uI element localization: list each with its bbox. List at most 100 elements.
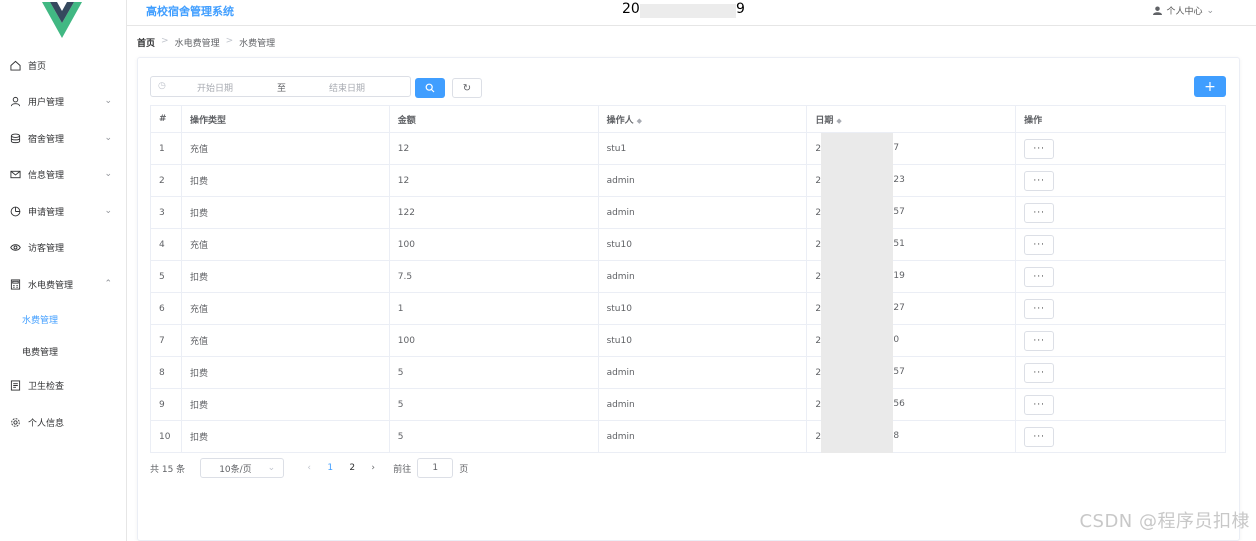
breadcrumb-item[interactable]: 水电费管理 [175, 36, 220, 49]
date-tail: 8 [893, 431, 900, 441]
breadcrumb-home[interactable]: 首页 [137, 36, 155, 49]
cell-operator: admin [597, 164, 808, 197]
date-range-picker[interactable]: ◷ 开始日期 至 结束日期 [150, 76, 411, 97]
cell-actions: ··· [1015, 420, 1226, 453]
cell-date: 2 51 [806, 228, 1017, 261]
chevron-down-icon: ⌄ [1206, 5, 1214, 16]
cell-index: 2 [150, 164, 182, 197]
cell-index: 5 [150, 260, 182, 293]
redaction-block [821, 389, 894, 421]
date-tail: 19 [893, 271, 905, 281]
sidebar-item-bottom-1[interactable]: 卫生检查 [0, 367, 126, 403]
user-icon [9, 95, 21, 107]
start-date-input[interactable]: 开始日期 [197, 81, 233, 94]
cell-index: 10 [150, 420, 182, 453]
date-head: 2 [815, 367, 822, 378]
sort-icon[interactable]: ◆ [637, 117, 642, 125]
pagination: 共 15 条 10条/页 ⌄ ‹ 1 2 › 前往 1 页 [150, 458, 468, 478]
cell-amount: 12 [388, 132, 599, 165]
range-separator: 至 [277, 84, 287, 94]
plus-icon: + [1204, 78, 1216, 95]
cell-type: 充值 [180, 228, 390, 261]
redaction-block [821, 325, 894, 357]
page-size-select[interactable]: 10条/页 ⌄ [200, 458, 285, 478]
chevron-down-icon: ⌄ [267, 463, 276, 473]
cell-amount: 5 [388, 388, 599, 421]
redaction-block [821, 197, 894, 229]
sidebar-item-5[interactable]: 申请管理 ⌄ [0, 193, 126, 229]
cell-actions: ··· [1015, 164, 1226, 197]
more-actions-button[interactable]: ··· [1024, 202, 1055, 223]
sidebar-subitem-2[interactable]: 电费管理 [22, 345, 58, 358]
table-row: 4 充值 100 stu10 2 51 ··· [150, 228, 1226, 261]
col-operator[interactable]: 操作人 ◆ [597, 105, 808, 133]
more-actions-button[interactable]: ··· [1024, 266, 1055, 287]
page-size-value: 10条/页 [219, 464, 252, 475]
more-actions-button[interactable]: ··· [1024, 170, 1055, 191]
cell-actions: ··· [1015, 292, 1226, 325]
cell-type: 充值 [180, 132, 390, 165]
more-actions-button[interactable]: ··· [1024, 394, 1055, 415]
page-1[interactable]: 1 [319, 463, 341, 473]
redaction-block [821, 421, 894, 453]
home-icon [9, 59, 21, 71]
sidebar-item-6[interactable]: 访客管理 [0, 229, 126, 265]
pagination-total: 共 15 条 [150, 464, 186, 475]
redaction-block [821, 165, 894, 197]
cell-operator: stu1 [597, 132, 808, 165]
next-page-button[interactable]: › [363, 463, 383, 473]
more-actions-button[interactable]: ··· [1024, 138, 1055, 159]
cell-date: 27 [806, 132, 1017, 165]
goto-page-input[interactable]: 1 [417, 458, 454, 478]
cell-amount: 5 [388, 356, 599, 389]
col-operator-label: 操作人 [606, 115, 634, 126]
sort-icon[interactable]: ◆ [836, 117, 841, 125]
cell-date: 28 [806, 420, 1017, 453]
sidebar-item-bottom-2[interactable]: 个人信息 [0, 404, 126, 440]
search-button[interactable] [415, 78, 445, 98]
more-actions-button[interactable]: ··· [1024, 426, 1055, 447]
user-menu[interactable]: 个人中心 ⌄ [1153, 4, 1214, 17]
sidebar-item-1[interactable]: 首页 [0, 47, 126, 83]
col-date[interactable]: 日期 ◆ [806, 105, 1017, 133]
sidebar-subitem-1[interactable]: 水费管理 [22, 313, 58, 326]
sidebar-item-2[interactable]: 用户管理 ⌄ [0, 83, 126, 119]
cell-type: 扣费 [180, 164, 390, 197]
cell-date: 2 56 [806, 388, 1017, 421]
more-actions-button[interactable]: ··· [1024, 234, 1055, 255]
col-type: 操作类型 [180, 105, 390, 133]
end-date-input[interactable]: 结束日期 [329, 81, 365, 94]
database-icon [9, 132, 21, 144]
cell-actions: ··· [1015, 196, 1226, 229]
cell-type: 扣费 [180, 420, 390, 453]
redaction-block [640, 4, 736, 18]
table-row: 2 扣费 12 admin 2 23 ··· [150, 164, 1226, 197]
user-menu-label: 个人中心 [1166, 7, 1203, 17]
cell-index: 8 [150, 356, 182, 389]
date-head: 2 [815, 143, 822, 154]
cell-type: 充值 [180, 292, 390, 325]
prev-page-button[interactable]: ‹ [299, 463, 319, 473]
breadcrumb: 首页 > 水电费管理 > 水费管理 [137, 36, 275, 49]
more-actions-button[interactable]: ··· [1024, 330, 1055, 351]
cell-index: 3 [150, 196, 182, 229]
add-button[interactable]: + [1194, 76, 1226, 97]
date-head: 2 [815, 271, 822, 282]
cell-operator: stu10 [597, 228, 808, 261]
table-row: 9 扣费 5 admin 2 56 ··· [150, 388, 1226, 421]
cell-amount: 5 [388, 420, 599, 453]
date-head: 2 [815, 175, 822, 186]
more-actions-button[interactable]: ··· [1024, 362, 1055, 383]
sidebar-item-4[interactable]: 信息管理 ⌄ [0, 156, 126, 192]
page-2[interactable]: 2 [341, 463, 363, 473]
sidebar-item-7[interactable]: 水电费管理 ⌃ [0, 266, 126, 302]
sidebar-item-3[interactable]: 宿舍管理 ⌄ [0, 120, 126, 156]
document-icon [9, 379, 21, 391]
more-actions-button[interactable]: ··· [1024, 298, 1055, 319]
cell-index: 9 [150, 388, 182, 421]
header-center-tail: 9 [736, 1, 745, 17]
cell-type: 扣费 [180, 196, 390, 229]
col-actions: 操作 [1015, 105, 1226, 133]
refresh-button[interactable]: ↻ [452, 78, 482, 98]
table-row: 10 扣费 5 admin 2 8 ··· [150, 420, 1226, 453]
